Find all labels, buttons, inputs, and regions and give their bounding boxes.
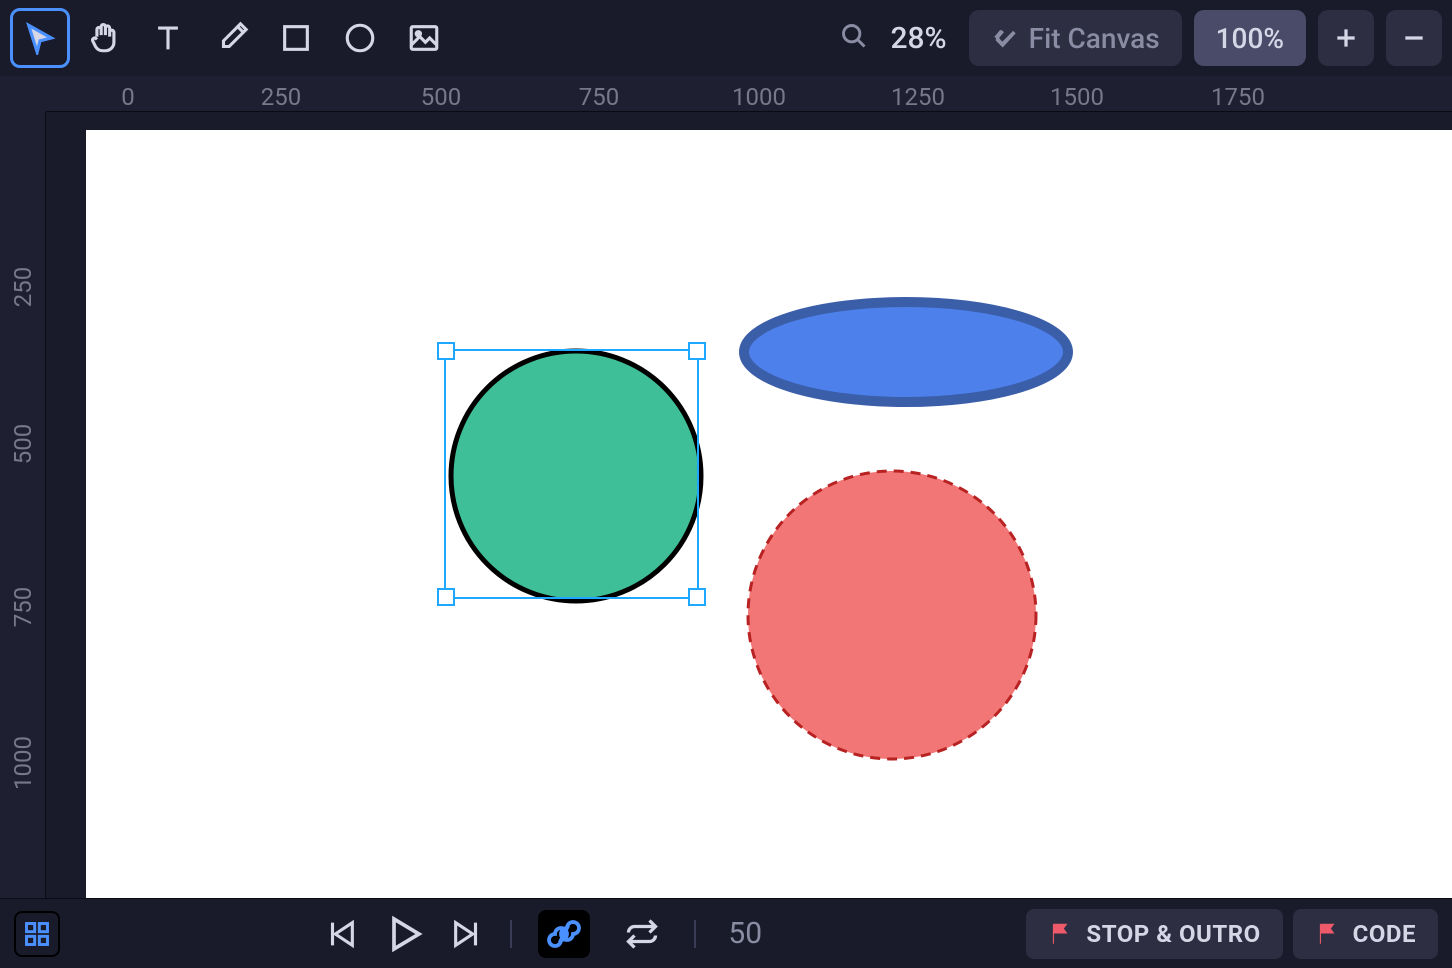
- ruler-h-tick: 1000: [732, 83, 786, 111]
- ruler-top-row: 0 250 500 750 1000 1250 1500 1750: [0, 76, 1452, 112]
- ruler-vertical[interactable]: 250 500 750 1000: [0, 112, 46, 898]
- loop-infinite-button[interactable]: [538, 910, 590, 958]
- text-tool[interactable]: [138, 8, 198, 68]
- divider: [694, 920, 696, 948]
- ruler-h-tick: 500: [421, 83, 461, 111]
- zoom-in-button[interactable]: [1318, 10, 1374, 66]
- zoom-100-button[interactable]: 100%: [1194, 10, 1306, 66]
- grid-view-button[interactable]: [14, 911, 60, 957]
- ruler-h-tick: 750: [579, 83, 619, 111]
- play-button[interactable]: [384, 914, 424, 954]
- fit-canvas-button[interactable]: Fit Canvas: [969, 10, 1182, 66]
- canvas-viewport[interactable]: [46, 112, 1452, 898]
- red-circle[interactable]: [748, 471, 1036, 759]
- zoom-out-button[interactable]: [1386, 10, 1442, 66]
- ruler-v-tick: 1000: [9, 744, 37, 790]
- frame-number[interactable]: 50: [722, 916, 762, 951]
- skip-start-button[interactable]: [324, 917, 358, 951]
- select-tool[interactable]: [10, 8, 70, 68]
- ruler-h-tick: 1500: [1050, 83, 1104, 111]
- stop-outro-button[interactable]: STOP & OUTRO: [1026, 909, 1282, 959]
- code-label: CODE: [1353, 920, 1416, 948]
- repeat-button[interactable]: [616, 910, 668, 958]
- eyedropper-tool[interactable]: [202, 8, 262, 68]
- skip-end-button[interactable]: [450, 917, 484, 951]
- rectangle-tool[interactable]: [266, 8, 326, 68]
- ruler-v-tick: 750: [9, 584, 37, 630]
- ruler-horizontal[interactable]: 0 250 500 750 1000 1250 1500 1750: [46, 76, 1452, 112]
- zoom-value[interactable]: 28%: [880, 21, 956, 56]
- stop-outro-label: STOP & OUTRO: [1086, 920, 1260, 948]
- blue-ellipse[interactable]: [744, 302, 1068, 402]
- code-button[interactable]: CODE: [1293, 909, 1438, 959]
- canvas[interactable]: [86, 130, 1452, 898]
- image-tool[interactable]: [394, 8, 454, 68]
- ruler-v-tick: 500: [9, 421, 37, 467]
- ruler-h-tick: 250: [261, 83, 301, 111]
- bottom-bar: 50 STOP & OUTRO CODE: [0, 898, 1452, 968]
- ruler-corner: [0, 76, 46, 112]
- zoom-group: 28%: [840, 21, 956, 56]
- ruler-h-tick: 1250: [891, 83, 945, 111]
- ruler-h-tick: 0: [121, 83, 135, 111]
- main-area: 250 500 750 1000: [0, 112, 1452, 898]
- fit-canvas-label: Fit Canvas: [1029, 22, 1160, 55]
- transport-controls: 50: [70, 910, 1016, 958]
- top-toolbar: 28% Fit Canvas 100%: [0, 0, 1452, 76]
- ruler-v-tick: 250: [9, 264, 37, 310]
- ellipse-tool[interactable]: [330, 8, 390, 68]
- hand-tool[interactable]: [74, 8, 134, 68]
- search-icon[interactable]: [840, 22, 868, 54]
- green-circle[interactable]: [451, 351, 701, 601]
- divider: [510, 920, 512, 948]
- ruler-h-tick: 1750: [1211, 83, 1265, 111]
